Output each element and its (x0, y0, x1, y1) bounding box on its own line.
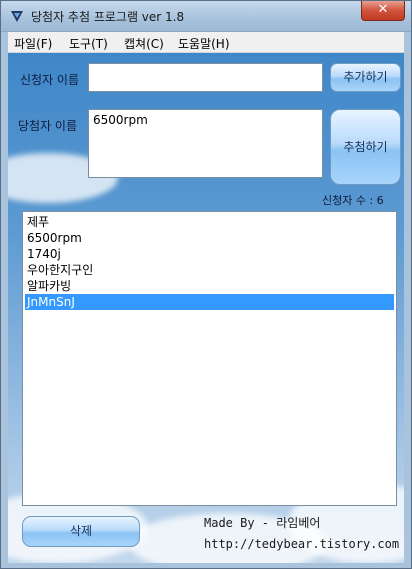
app-window: 당첨자 추첨 프로그램 ver 1.8 ✕ 파일(F) 도구(T) 캡쳐(C) … (0, 0, 412, 569)
applicant-name-label: 신청자 이름 (20, 73, 80, 87)
delete-button[interactable]: 삭제 (22, 516, 140, 547)
main-panel: 신청자 이름 추가하기 당첨자 이름 6500rpm 추첨하기 신청자 수 : … (8, 53, 404, 563)
add-button[interactable]: 추가하기 (330, 63, 401, 92)
website-url: http://tedybear.tistory.com (204, 537, 400, 551)
applicant-name-input[interactable] (88, 63, 323, 92)
list-item[interactable]: 6500rpm (25, 230, 82, 246)
made-by-text: Made By - 라임베어 (204, 516, 321, 530)
list-item[interactable]: 1740j (25, 246, 61, 262)
list-item[interactable]: 우아한지구인 (25, 262, 93, 278)
menu-tools[interactable]: 도구(T) (69, 35, 108, 52)
winner-name-label: 당첨자 이름 (18, 119, 78, 133)
title-bar[interactable]: 당첨자 추첨 프로그램 ver 1.8 ✕ (1, 1, 411, 32)
menu-help[interactable]: 도움말(H) (178, 35, 230, 52)
list-item[interactable]: 제푸 (25, 214, 49, 230)
list-item[interactable]: 알파카빙 (25, 278, 71, 294)
app-logo-icon (11, 11, 23, 22)
window-title: 당첨자 추첨 프로그램 ver 1.8 (31, 10, 185, 24)
menu-file[interactable]: 파일(F) (14, 35, 52, 52)
winner-name-field[interactable]: 6500rpm (88, 109, 323, 178)
close-button[interactable]: ✕ (361, 1, 405, 21)
menu-bar: 파일(F) 도구(T) 캡쳐(C) 도움말(H) (8, 32, 404, 53)
applicant-list[interactable]: 제푸 6500rpm 1740j 우아한지구인 알파카빙 JnMnSnJ (22, 211, 397, 506)
list-item-selected[interactable]: JnMnSnJ (25, 294, 394, 310)
applicant-count: 신청자 수 : 6 (322, 194, 384, 207)
draw-button[interactable]: 추첨하기 (330, 109, 401, 185)
menu-capture[interactable]: 캡쳐(C) (124, 35, 164, 52)
